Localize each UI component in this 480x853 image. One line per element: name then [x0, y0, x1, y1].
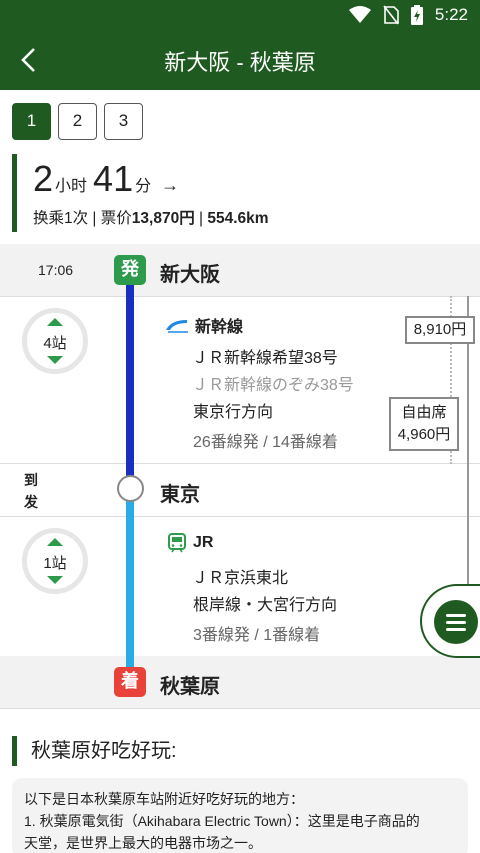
app-header: 新大阪 - 秋葉原 — [0, 30, 480, 90]
transfer-station-name[interactable]: 東京 — [160, 478, 200, 507]
duration-hours-unit: 小时 — [55, 178, 88, 195]
duration-minutes: 41 — [93, 158, 134, 199]
duration-minutes-unit: 分 — [135, 178, 152, 195]
train-icon — [168, 533, 186, 553]
expand-down-icon — [47, 576, 63, 584]
stops-counter[interactable]: 1站 — [22, 528, 88, 594]
divider — [0, 296, 480, 297]
duration-hours: 2 — [33, 158, 54, 199]
divider — [0, 516, 480, 517]
page-title: 新大阪 - 秋葉原 — [164, 50, 316, 75]
route-tabs: 1 2 3 — [12, 103, 143, 140]
summary-meta: 换乘1次 | 票价13,870円 | 554.6km — [33, 206, 269, 228]
shinkansen-line — [126, 282, 134, 478]
arrive-label: 到 — [24, 472, 38, 488]
distance-value: 554.6km — [207, 210, 269, 227]
segment-type: 新幹線 — [165, 313, 243, 337]
tab-route-2[interactable]: 2 — [58, 103, 97, 140]
wifi-icon — [348, 6, 371, 23]
train-name-japanese: ＪＲ新幹線のぞみ38号 — [192, 377, 354, 394]
divider — [0, 708, 480, 709]
end-station-row — [0, 656, 480, 708]
route-summary: 2 小时 41 分 → 换乘1次 | 票价13,870円 | 554.6km — [12, 154, 472, 232]
expand-up-icon — [47, 318, 63, 326]
platforms: 26番線発 / 14番線着 — [193, 434, 338, 451]
separator: | — [88, 210, 101, 227]
platforms: 3番線発 / 1番線着 — [193, 627, 321, 644]
transfer-count: 换乘1次 — [33, 210, 89, 227]
duration: 2 小时 41 分 → — [33, 158, 179, 200]
section-title: 秋葉原好吃好玩: — [12, 736, 177, 766]
battery-charging-icon — [410, 5, 423, 25]
tab-route-1[interactable]: 1 — [12, 103, 51, 140]
floating-menu-tab[interactable] — [420, 584, 480, 658]
stops-count: 1站 — [43, 555, 67, 572]
end-station-name[interactable]: 秋葉原 — [160, 670, 220, 699]
info-line: 天堂，是世界上最大的电器市场之一。 — [24, 835, 262, 851]
separator: | — [194, 210, 208, 227]
fare-box: 8,910円 — [405, 316, 475, 344]
departure-time: 17:06 — [38, 262, 74, 278]
shinkansen-icon — [166, 320, 188, 333]
stops-count: 4站 — [43, 335, 67, 352]
segment-type: JR — [167, 533, 213, 553]
direction: 根岸線・大宮行方向 — [193, 597, 338, 614]
menu-icon — [446, 614, 466, 617]
seat-fare-box: 自由席 4,960円 — [389, 397, 459, 451]
info-line: 以下是日本秋葉原车站附近好吃好玩的地方： — [24, 791, 304, 807]
expand-up-icon — [47, 538, 63, 546]
segment-type-label: 新幹線 — [195, 319, 244, 336]
seat-price: 4,960円 — [397, 426, 451, 443]
fare-value: 13,870円 — [131, 210, 195, 227]
no-sim-icon — [383, 5, 399, 25]
menu-icon-bar — [446, 628, 466, 631]
fare-label: 票价 — [100, 210, 132, 227]
info-card: 以下是日本秋葉原车站附近好吃好玩的地方： 1. 秋葉原電気街（Akihabara… — [12, 778, 468, 853]
expand-down-icon — [47, 356, 63, 364]
train-name: ＪＲ京浜東北 — [192, 570, 289, 587]
train-name: ＪＲ新幹線希望38号 — [192, 350, 338, 367]
divider — [0, 463, 480, 464]
status-bar: 5:22 — [0, 0, 480, 30]
jr-line — [126, 500, 134, 672]
direction: 東京行方向 — [193, 404, 274, 421]
arrival-badge: 着 — [114, 667, 146, 697]
departure-badge: 発 — [114, 255, 146, 285]
menu-button[interactable] — [434, 600, 478, 644]
transfer-node — [117, 475, 144, 502]
info-line: 1. 秋葉原電気街（Akihabara Electric Town）：这里是电子… — [24, 813, 420, 829]
arrow-right-icon: → — [161, 175, 180, 195]
seat-class: 自由席 — [401, 404, 447, 421]
stops-counter[interactable]: 4站 — [22, 308, 88, 374]
start-station-name[interactable]: 新大阪 — [160, 258, 220, 287]
tab-route-3[interactable]: 3 — [104, 103, 143, 140]
depart-label: 发 — [24, 494, 38, 510]
segment-type-label: JR — [193, 534, 214, 551]
menu-icon-bar — [446, 621, 466, 624]
clock: 5:22 — [434, 5, 468, 24]
